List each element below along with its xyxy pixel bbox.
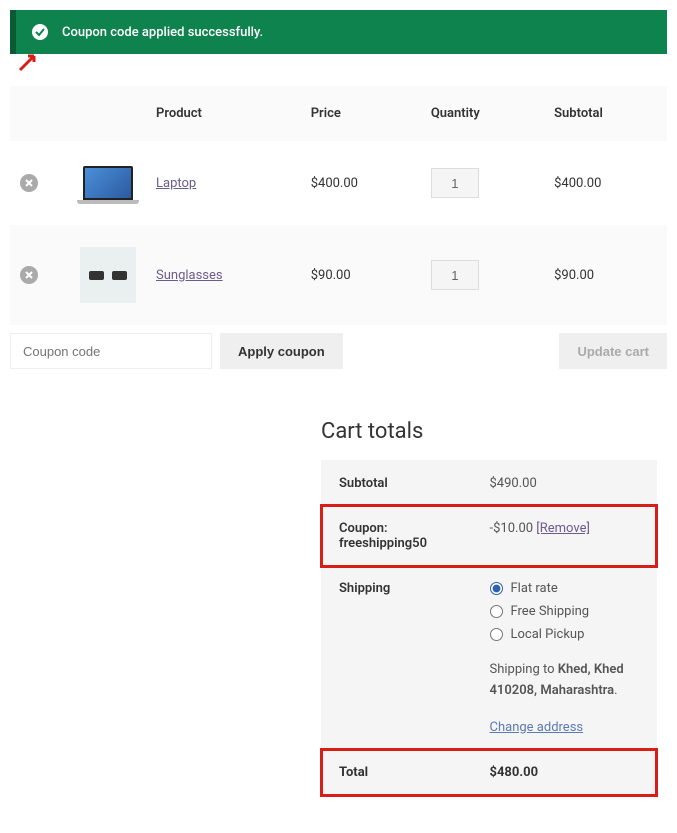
laptop-icon (83, 166, 133, 200)
sunglasses-icon (89, 269, 127, 281)
coupon-discount-value: -$10.00 (490, 521, 537, 536)
arrow-annotation-icon (16, 50, 40, 78)
shipping-destination: Shipping to Khed, Khed 410208, Maharasht… (490, 660, 640, 702)
cart-totals-title: Cart totals (321, 419, 657, 444)
quantity-input[interactable] (431, 260, 479, 290)
total-label: Total (323, 751, 472, 794)
col-price: Price (301, 86, 421, 141)
shipping-option-label[interactable]: Free Shipping (511, 604, 590, 619)
total-value: $480.00 (474, 751, 656, 794)
remove-item-button[interactable] (20, 266, 38, 284)
shipping-radio-flat[interactable] (490, 582, 503, 595)
success-notice: Coupon code applied successfully. (10, 10, 667, 54)
product-thumbnail[interactable] (80, 247, 136, 303)
change-address-link[interactable]: Change address (490, 720, 584, 735)
cart-table: Product Price Quantity Subtotal Laptop $… (10, 86, 667, 325)
col-quantity: Quantity (421, 86, 544, 141)
remove-coupon-link[interactable]: [Remove] (536, 521, 590, 536)
col-product: Product (146, 86, 301, 141)
subtotal-value: $490.00 (474, 462, 656, 505)
table-row: Sunglasses $90.00 $90.00 (10, 229, 667, 321)
apply-coupon-button[interactable]: Apply coupon (220, 333, 343, 369)
col-subtotal: Subtotal (544, 86, 667, 141)
shipping-radio-free[interactable] (490, 605, 503, 618)
product-link[interactable]: Laptop (156, 176, 196, 191)
subtotal-cell: $90.00 (544, 229, 667, 321)
remove-item-button[interactable] (20, 174, 38, 192)
notice-text: Coupon code applied successfully. (62, 25, 263, 40)
shipping-option-label[interactable]: Local Pickup (511, 627, 585, 642)
shipping-label: Shipping (323, 567, 472, 749)
product-link[interactable]: Sunglasses (156, 268, 223, 283)
price-cell: $90.00 (301, 229, 421, 321)
shipping-option-label[interactable]: Flat rate (511, 581, 558, 596)
coupon-label: Coupon: freeshipping50 (323, 507, 472, 565)
check-circle-icon (32, 24, 48, 40)
update-cart-button[interactable]: Update cart (559, 333, 667, 369)
price-cell: $400.00 (301, 141, 421, 229)
quantity-input[interactable] (431, 168, 479, 198)
table-row: Laptop $400.00 $400.00 (10, 141, 667, 229)
product-thumbnail[interactable] (80, 155, 136, 211)
subtotal-cell: $400.00 (544, 141, 667, 229)
coupon-code-input[interactable] (10, 333, 212, 369)
subtotal-label: Subtotal (323, 462, 472, 505)
cart-totals-table: Subtotal $490.00 Coupon: freeshipping50 … (321, 460, 657, 796)
shipping-radio-pickup[interactable] (490, 628, 503, 641)
